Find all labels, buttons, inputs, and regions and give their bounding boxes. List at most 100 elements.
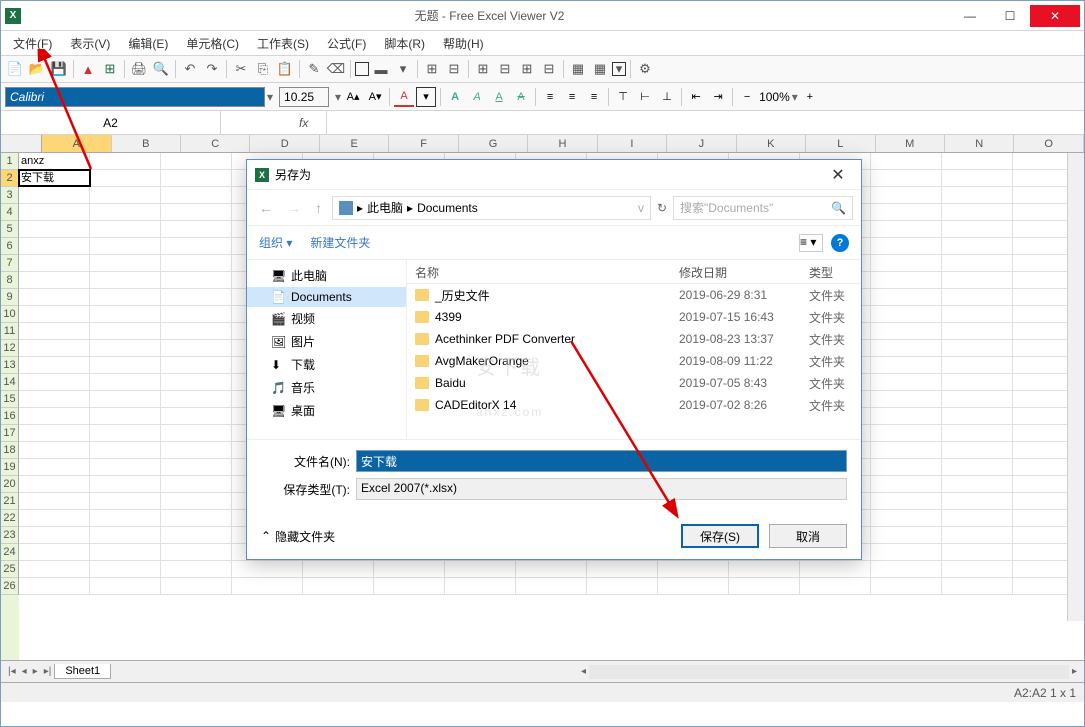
cell[interactable] — [942, 289, 1013, 305]
row-header[interactable]: 1 — [1, 153, 19, 170]
align-right-icon[interactable]: ≡ — [584, 87, 604, 107]
redo-icon[interactable]: ↷ — [202, 59, 222, 79]
fill-color-icon[interactable]: ▾ — [416, 87, 436, 107]
pdf-icon[interactable]: ▲ — [78, 59, 98, 79]
cell[interactable] — [90, 527, 161, 543]
filename-input[interactable] — [356, 450, 847, 472]
cell[interactable] — [90, 374, 161, 390]
cell[interactable] — [90, 425, 161, 441]
nav-back-icon[interactable]: ← — [255, 200, 277, 216]
menu-item[interactable]: 编辑(E) — [120, 33, 176, 54]
cell[interactable] — [90, 204, 161, 220]
merge-icon[interactable]: ⊞ — [422, 59, 442, 79]
sheet-nav-prev-icon[interactable]: ◂ — [19, 666, 30, 677]
nav-tree-item[interactable]: 🖥此电脑 — [247, 264, 406, 287]
column-header[interactable]: O — [1014, 135, 1083, 152]
cell[interactable] — [90, 153, 161, 169]
cell[interactable] — [90, 306, 161, 322]
cell[interactable] — [658, 561, 729, 577]
cell[interactable] — [942, 578, 1013, 594]
row-header[interactable]: 7 — [1, 255, 19, 272]
cell[interactable] — [161, 374, 232, 390]
close-button[interactable]: ✕ — [1030, 5, 1080, 27]
font-color-icon[interactable]: A — [394, 87, 414, 107]
cell[interactable] — [90, 170, 161, 186]
valign-bot-icon[interactable]: ⊥ — [657, 87, 677, 107]
cell[interactable] — [942, 323, 1013, 339]
new-folder-button[interactable]: 新建文件夹 — [310, 234, 370, 251]
row-header[interactable]: 25 — [1, 561, 19, 578]
cell[interactable] — [232, 561, 303, 577]
decrease-font-icon[interactable]: A▾ — [365, 87, 385, 107]
minimize-button[interactable]: — — [950, 5, 990, 27]
cell[interactable] — [871, 544, 942, 560]
row-header[interactable]: 21 — [1, 493, 19, 510]
sheet-tab[interactable]: Sheet1 — [54, 664, 111, 679]
cell[interactable] — [161, 391, 232, 407]
nav-tree-item[interactable]: 🖼图片 — [247, 330, 406, 353]
nav-tree-item[interactable]: 📄Documents — [247, 287, 406, 307]
file-row[interactable]: _历史文件2019-06-29 8:31文件夹 — [407, 284, 861, 306]
row-header[interactable]: 13 — [1, 357, 19, 374]
cell[interactable] — [161, 289, 232, 305]
row-header[interactable]: 22 — [1, 510, 19, 527]
column-header[interactable]: K — [737, 135, 806, 152]
cell[interactable] — [19, 272, 90, 288]
cell[interactable] — [19, 204, 90, 220]
clear-icon[interactable]: ⌫ — [326, 59, 346, 79]
zoom-value[interactable]: 100% — [759, 90, 790, 104]
row-header[interactable]: 19 — [1, 459, 19, 476]
cell[interactable] — [871, 170, 942, 186]
cell[interactable] — [871, 289, 942, 305]
cell[interactable] — [19, 544, 90, 560]
cell[interactable] — [90, 187, 161, 203]
cell[interactable] — [942, 408, 1013, 424]
cell[interactable] — [90, 493, 161, 509]
cell[interactable] — [942, 306, 1013, 322]
cell[interactable] — [871, 306, 942, 322]
cell[interactable] — [871, 527, 942, 543]
refresh-icon[interactable]: ↻ — [657, 201, 667, 215]
sheet-nav-last-icon[interactable]: ▸| — [41, 666, 55, 677]
formula-bar[interactable] — [326, 111, 1084, 134]
file-row[interactable]: Acethinker PDF Converter2019-08-23 13:37… — [407, 328, 861, 350]
cell[interactable] — [871, 561, 942, 577]
menu-item[interactable]: 工作表(S) — [249, 33, 317, 54]
cell[interactable] — [729, 578, 800, 594]
nav-tree-item[interactable]: 🎵音乐 — [247, 376, 406, 399]
cell[interactable] — [90, 459, 161, 475]
cell[interactable] — [161, 187, 232, 203]
cell[interactable] — [19, 578, 90, 594]
cell[interactable] — [871, 323, 942, 339]
breadcrumb-item[interactable]: Documents — [417, 201, 478, 215]
column-header[interactable]: F — [389, 135, 458, 152]
grid-icon[interactable]: ▦ — [590, 59, 610, 79]
cell[interactable] — [161, 153, 232, 169]
cell[interactable] — [19, 476, 90, 492]
file-row[interactable]: CADEditorX 142019-07-02 8:26文件夹 — [407, 394, 861, 416]
row-header[interactable]: 20 — [1, 476, 19, 493]
column-header[interactable]: E — [320, 135, 389, 152]
nav-tree-item[interactable]: 🖥桌面 — [247, 399, 406, 422]
cell[interactable] — [871, 272, 942, 288]
maximize-button[interactable]: ☐ — [990, 5, 1030, 27]
breadcrumb-item[interactable]: 此电脑 — [367, 199, 403, 216]
cell[interactable] — [871, 340, 942, 356]
column-header[interactable]: L — [806, 135, 875, 152]
cell[interactable] — [871, 408, 942, 424]
row-header[interactable]: 6 — [1, 238, 19, 255]
nav-tree-item[interactable]: 🎬视频 — [247, 307, 406, 330]
cell[interactable] — [161, 476, 232, 492]
hscroll-right-icon[interactable]: ▸ — [1069, 666, 1080, 677]
cell[interactable] — [19, 187, 90, 203]
row-header[interactable]: 8 — [1, 272, 19, 289]
row-header[interactable]: 14 — [1, 374, 19, 391]
cell[interactable] — [871, 391, 942, 407]
row-header[interactable]: 23 — [1, 527, 19, 544]
cell[interactable] — [161, 323, 232, 339]
row-header[interactable]: 2 — [1, 170, 19, 187]
cell[interactable] — [19, 493, 90, 509]
cell[interactable] — [871, 187, 942, 203]
paste-icon[interactable]: 📋 — [275, 59, 295, 79]
sheet-nav-first-icon[interactable]: |◂ — [5, 666, 19, 677]
